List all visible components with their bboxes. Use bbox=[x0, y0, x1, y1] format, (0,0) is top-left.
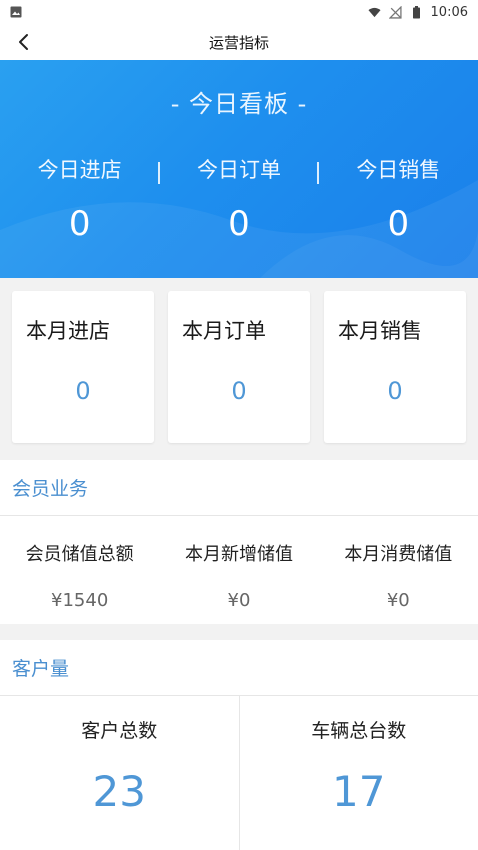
today-stat-orders[interactable]: 今日订单 0 bbox=[159, 150, 318, 260]
stat-value: 23 bbox=[92, 767, 146, 816]
stat-value: 17 bbox=[332, 767, 386, 816]
nav-bar: 运营指标 bbox=[0, 24, 478, 60]
customer-stat-total[interactable]: 客户总数 23 bbox=[0, 696, 239, 850]
stat-label: 车辆总台数 bbox=[311, 720, 407, 742]
stat-label: 本月消费储值 bbox=[344, 544, 453, 565]
stat-label: 本月新增储值 bbox=[184, 544, 293, 565]
card-value: 0 bbox=[231, 377, 247, 405]
stat-value: ¥1540 bbox=[51, 590, 109, 611]
status-time: 10:06 bbox=[430, 4, 468, 20]
card-label: 本月销售 bbox=[338, 319, 422, 343]
member-stat-total-balance[interactable]: 会员储值总额 ¥1540 bbox=[0, 516, 159, 624]
customer-section-title: 客户量 bbox=[0, 640, 478, 696]
stat-label: 今日销售 bbox=[356, 158, 441, 182]
status-right: 10:06 bbox=[367, 4, 468, 20]
stat-value: 0 bbox=[387, 204, 410, 244]
page-title: 运营指标 bbox=[208, 33, 269, 52]
customer-stats: 客户总数 23 车辆总台数 17 bbox=[0, 696, 478, 850]
stat-value: 0 bbox=[228, 204, 250, 244]
member-stat-new-deposit[interactable]: 本月新增储值 ¥0 bbox=[159, 516, 318, 624]
card-label: 本月订单 bbox=[182, 319, 266, 343]
divider bbox=[317, 162, 319, 184]
back-button[interactable] bbox=[6, 24, 42, 60]
stat-value: ¥0 bbox=[386, 590, 410, 611]
month-card-orders[interactable]: 本月订单 0 bbox=[168, 291, 310, 443]
stat-label: 今日进店 bbox=[37, 158, 122, 182]
card-value: 0 bbox=[387, 377, 403, 405]
image-notification-icon bbox=[10, 6, 22, 18]
card-label: 本月进店 bbox=[26, 319, 110, 343]
stat-label: 会员储值总额 bbox=[25, 544, 134, 565]
today-board-title: - 今日看板 - bbox=[170, 90, 308, 118]
chevron-left-icon bbox=[19, 34, 28, 50]
month-card-sales[interactable]: 本月销售 0 bbox=[324, 291, 466, 443]
member-stat-consumed[interactable]: 本月消费储值 ¥0 bbox=[319, 516, 478, 624]
card-value: 0 bbox=[75, 377, 91, 405]
no-signal-icon bbox=[388, 5, 402, 19]
today-board: - 今日看板 - 今日进店 0 今日订单 0 今日销售 0 bbox=[0, 60, 478, 278]
battery-icon bbox=[412, 5, 420, 18]
stat-label: 今日订单 bbox=[196, 158, 281, 182]
month-stats: 本月进店 0 本月订单 0 本月销售 0 bbox=[0, 278, 478, 458]
member-section-title: 会员业务 bbox=[0, 460, 478, 516]
status-bar: 10:06 bbox=[0, 0, 478, 24]
status-left bbox=[10, 6, 22, 18]
month-card-visits[interactable]: 本月进店 0 bbox=[12, 291, 154, 443]
stat-value: ¥0 bbox=[227, 590, 251, 611]
today-stat-visits[interactable]: 今日进店 0 bbox=[0, 150, 159, 260]
wifi-icon bbox=[367, 7, 381, 17]
today-stats: 今日进店 0 今日订单 0 今日销售 0 bbox=[0, 150, 478, 260]
today-stat-sales[interactable]: 今日销售 0 bbox=[319, 150, 478, 260]
stat-value: 0 bbox=[68, 204, 91, 244]
member-stats: 会员储值总额 ¥1540 本月新增储值 ¥0 本月消费储值 ¥0 bbox=[0, 516, 478, 624]
divider bbox=[158, 162, 160, 184]
stat-label: 客户总数 bbox=[81, 720, 158, 742]
customer-stat-vehicles[interactable]: 车辆总台数 17 bbox=[238, 696, 478, 850]
